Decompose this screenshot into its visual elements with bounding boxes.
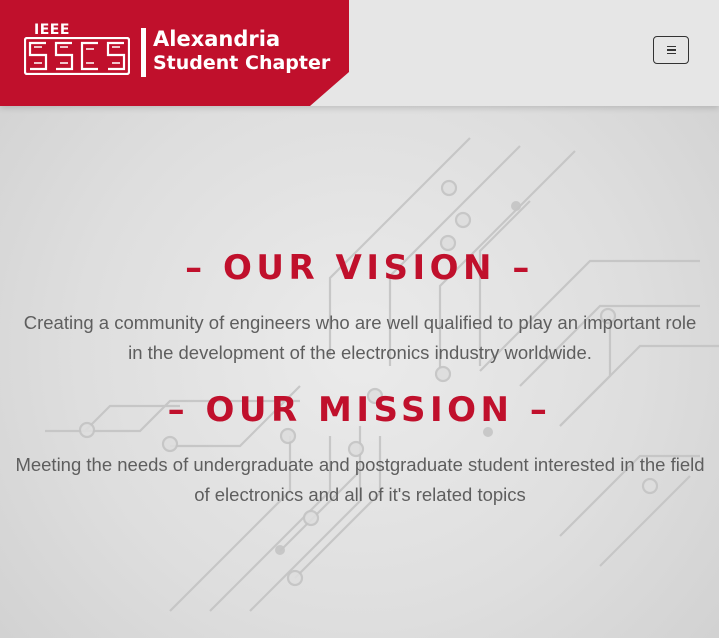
navbar: IEEE Alexandria Student Chapter xyxy=(0,0,719,106)
logo-divider xyxy=(141,28,146,77)
mission-heading: – OUR MISSION – xyxy=(167,390,552,430)
menu-toggle-button[interactable] xyxy=(653,36,689,64)
logo-ieee-text: IEEE xyxy=(34,22,70,38)
mission-text: Meeting the needs of undergraduate and p… xyxy=(15,454,705,505)
vision-heading: – OUR VISION – xyxy=(185,248,534,288)
logo-chapter-line2: Student Chapter xyxy=(153,52,331,74)
hamburger-menu-icon xyxy=(667,46,676,56)
vision-mission-section: – OUR VISION – Creating a community of e… xyxy=(0,106,719,638)
brand-logo-link[interactable]: IEEE Alexandria Student Chapter xyxy=(0,0,349,106)
logo-chapter-line1: Alexandria xyxy=(153,27,281,51)
sscs-logo-icon xyxy=(24,37,130,75)
vision-text: Creating a community of engineers who ar… xyxy=(23,312,697,363)
